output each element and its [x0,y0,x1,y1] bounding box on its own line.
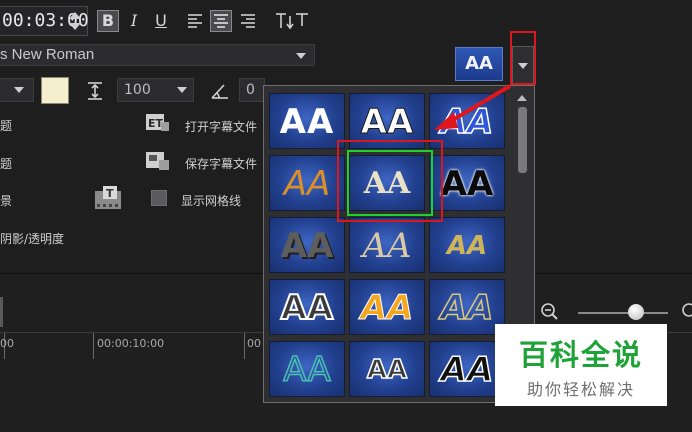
line-height-value: 100 [124,82,151,98]
zoom-in-icon[interactable] [680,302,692,322]
zoom-out-icon[interactable] [540,302,560,322]
text-direction-icon[interactable] [272,10,312,32]
style-option[interactable]: AA [269,93,345,149]
save-subtitle-icon[interactable] [145,150,169,172]
font-family-value: s New Roman [0,46,95,63]
zoom-slider-knob[interactable] [628,304,644,320]
text-color-swatch[interactable] [41,77,69,104]
ruler-tick-label: 00 [247,337,261,350]
ruler-tick [244,333,245,359]
save-subtitle-label[interactable]: 保存字幕文件 [185,155,257,172]
style-option[interactable]: AA [269,217,345,273]
ruler-tick-label: 00 [0,337,14,350]
watermark-title: 百科全说 [518,338,643,372]
style-option[interactable]: AA [349,217,425,273]
line-height-select[interactable]: 100 [117,78,194,102]
option-label-fragment: 景 [0,194,13,208]
style-option[interactable]: AA [269,279,345,335]
align-left-icon[interactable] [184,10,206,32]
text-tracker-icon[interactable]: T [93,185,125,211]
style-option[interactable]: AA [429,217,505,273]
show-grid-label[interactable]: 显示网格线 [181,192,241,209]
rotation-angle-field[interactable]: 0 [239,78,265,102]
line-height-icon[interactable] [84,80,106,102]
option-label-fragment: 题 [0,157,13,171]
zoom-slider-track[interactable] [578,312,668,314]
italic-button[interactable]: I [123,10,145,32]
shadow-opacity-link[interactable]: 阴影/透明度 [0,230,64,247]
style-option[interactable]: AA [349,279,425,335]
align-right-icon[interactable] [237,10,259,32]
timeline-edge-marker [0,297,3,327]
open-subtitle-icon[interactable]: ET [145,112,169,134]
spin-down-icon[interactable] [69,23,81,30]
style-option[interactable]: AA [429,279,505,335]
watermark-subtitle: 助你轻松解决 [526,380,635,399]
selected-style-outline [347,150,433,216]
chevron-down-icon [14,87,24,93]
watermark-logo: 百科全说 助你轻松解决 [495,324,667,406]
underline-button[interactable]: U [150,10,172,32]
title-style-preview[interactable]: AA [455,47,503,81]
timecode-spinner[interactable] [66,8,84,34]
style-option[interactable]: AA [269,341,345,397]
spin-up-icon[interactable] [69,12,81,19]
ruler-tick-label: 00:00:10:00 [97,337,165,350]
outline-style-select[interactable] [0,78,34,102]
rotation-angle-value: 0 [246,82,255,98]
style-option[interactable]: AA [429,341,505,397]
show-grid-checkbox[interactable] [151,190,167,206]
align-center-icon[interactable] [210,10,232,32]
highlight-dropdown-box [510,31,536,85]
rotation-angle-icon [209,80,231,102]
style-option[interactable]: AA [349,341,425,397]
open-subtitle-label[interactable]: 打开字幕文件 [185,118,257,135]
bold-button[interactable]: B [97,10,119,32]
svg-text:T: T [106,187,114,200]
ruler-tick [93,333,94,359]
option-label-fragment: 题 [0,119,13,133]
chevron-down-icon [177,87,187,93]
arrow-icon [432,82,516,134]
chevron-down-icon [296,53,306,59]
font-family-select[interactable]: s New Roman [0,44,315,66]
style-option[interactable]: AA [269,155,345,211]
scroll-up-icon[interactable] [517,95,527,101]
scroll-thumb[interactable] [518,107,527,173]
